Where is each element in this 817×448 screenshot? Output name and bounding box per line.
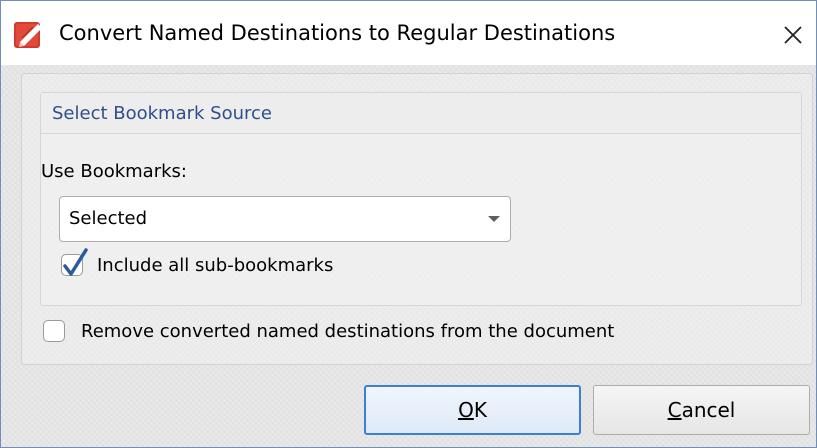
use-bookmarks-dropdown[interactable]: Selected <box>59 196 511 242</box>
include-sub-bookmarks-label: Include all sub-bookmarks <box>97 254 334 276</box>
cancel-label-rest: ancel <box>681 398 736 422</box>
include-sub-bookmarks-option[interactable]: Include all sub-bookmarks <box>61 248 334 276</box>
ok-button[interactable]: OK <box>364 385 581 435</box>
cancel-mnemonic: C <box>667 398 682 422</box>
close-button[interactable] <box>773 15 813 55</box>
remove-converted-label: Remove converted named destinations from… <box>81 320 615 342</box>
remove-converted-checkbox[interactable] <box>43 320 65 342</box>
chevron-down-icon <box>488 216 500 222</box>
group-title: Select Bookmark Source <box>52 103 272 124</box>
cancel-button[interactable]: Cancel <box>593 385 810 435</box>
ok-mnemonic: O <box>458 398 474 422</box>
dropdown-selected-value: Selected <box>69 208 148 229</box>
group-header: Select Bookmark Source <box>41 93 801 134</box>
dialog-window: Convert Named Destinations to Regular De… <box>0 0 817 448</box>
pdf-xchange-editor-icon <box>14 22 42 48</box>
window-title: Convert Named Destinations to Regular De… <box>59 21 616 45</box>
ok-label-rest: K <box>473 398 487 422</box>
close-icon <box>784 26 802 44</box>
include-sub-bookmarks-checkbox[interactable] <box>61 248 88 276</box>
title-bar[interactable]: Convert Named Destinations to Regular De… <box>1 1 816 65</box>
remove-converted-option[interactable]: Remove converted named destinations from… <box>43 320 614 342</box>
checkmark-icon <box>63 248 88 276</box>
use-bookmarks-label: Use Bookmarks: <box>41 161 187 182</box>
